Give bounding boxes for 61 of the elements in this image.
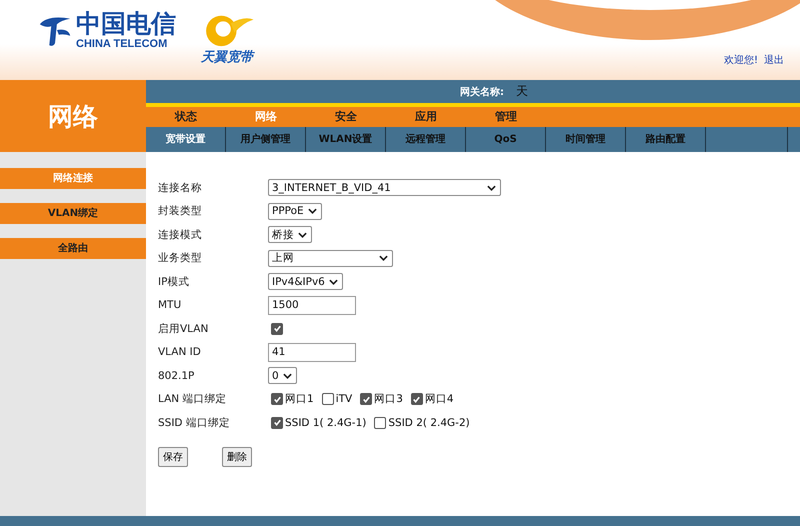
checkbox[interactable] [360, 393, 372, 406]
field-label: 封装类型 [158, 204, 203, 218]
field-label: 启用VLAN [158, 322, 210, 336]
field-label: MTU [158, 299, 182, 312]
checkbox[interactable] [374, 416, 386, 429]
checkbox[interactable] [322, 393, 334, 406]
chevron-down-icon [379, 255, 388, 262]
checkbox[interactable] [410, 393, 423, 406]
field-label: 802.1P [158, 370, 196, 382]
dropdown[interactable]: 0 [268, 367, 297, 384]
logo-name: 中国电信 [76, 10, 176, 38]
sidebar-item[interactable]: 全路由 [0, 238, 146, 259]
brand-name: 天翼宽带 [201, 48, 253, 66]
sub-tab[interactable]: 用户侧管理 [226, 127, 306, 152]
header-link[interactable]: 退出 [764, 53, 784, 67]
input-field[interactable]: 41 [268, 342, 356, 362]
header-link[interactable]: 欢迎您! [724, 53, 758, 67]
field-label: IP模式 [158, 274, 190, 289]
sub-tab[interactable]: 路由配置 [626, 127, 706, 152]
menu-tab[interactable]: 管理 [466, 107, 546, 127]
menu-tab[interactable]: 状态 [146, 107, 226, 127]
sub-tab[interactable]: WLAN设置 [306, 127, 386, 152]
section-title: 网络 [48, 100, 98, 132]
form-button[interactable]: 保存 [158, 446, 188, 466]
menu-tab[interactable]: 应用 [386, 107, 466, 127]
field-label: LAN 端口绑定 [158, 392, 228, 406]
chevron-down-icon [298, 232, 307, 238]
sidebar-item[interactable]: VLAN绑定 [0, 203, 146, 224]
field-label: 业务类型 [158, 251, 203, 266]
sub-tab[interactable]: 宽带设置 [146, 127, 226, 152]
chevron-down-icon [328, 278, 338, 285]
menu-tab[interactable]: 安全 [306, 107, 386, 127]
form-button[interactable]: 删除 [222, 446, 252, 466]
sub-tab[interactable]: 远程管理 [386, 127, 466, 152]
field-label: 连接名称 [158, 180, 203, 195]
dropdown[interactable]: IPv4&IPv6 [268, 273, 343, 290]
sub-tab[interactable]: QoS [466, 127, 546, 152]
gateway-name: 天 [516, 83, 528, 100]
input-field[interactable]: 1500 [268, 296, 356, 315]
logo-subtitle: CHINA TELECOM [76, 38, 168, 50]
chevron-down-icon [308, 208, 317, 214]
dropdown[interactable]: 上网 [268, 250, 393, 267]
checkbox-label: 网口3 [374, 392, 403, 406]
field-label: SSID 端口绑定 [158, 416, 231, 430]
checkbox-label: iTV [336, 393, 352, 406]
sub-tab[interactable]: 时间管理 [546, 127, 626, 152]
checkbox-label: SSID 2( 2.4G-2) [388, 416, 470, 429]
gateway-label: 网关名称: [460, 86, 504, 98]
chevron-down-icon [487, 184, 496, 191]
dropdown[interactable]: 3_INTERNET_B_VID_41 [268, 179, 501, 196]
checkbox-label: 网口4 [424, 392, 454, 406]
checkbox-label: 网口1 [285, 392, 314, 406]
field-label: VLAN ID [158, 346, 202, 358]
field-label: 连接模式 [158, 228, 203, 242]
checkbox[interactable] [271, 393, 283, 406]
checkbox[interactable] [271, 322, 283, 335]
chevron-down-icon [282, 372, 292, 379]
checkbox-label: SSID 1( 2.4G-1) [285, 416, 366, 429]
checkbox[interactable] [271, 416, 283, 429]
dropdown[interactable]: PPPoE [268, 202, 322, 220]
dropdown[interactable]: 桥接 [268, 226, 312, 244]
